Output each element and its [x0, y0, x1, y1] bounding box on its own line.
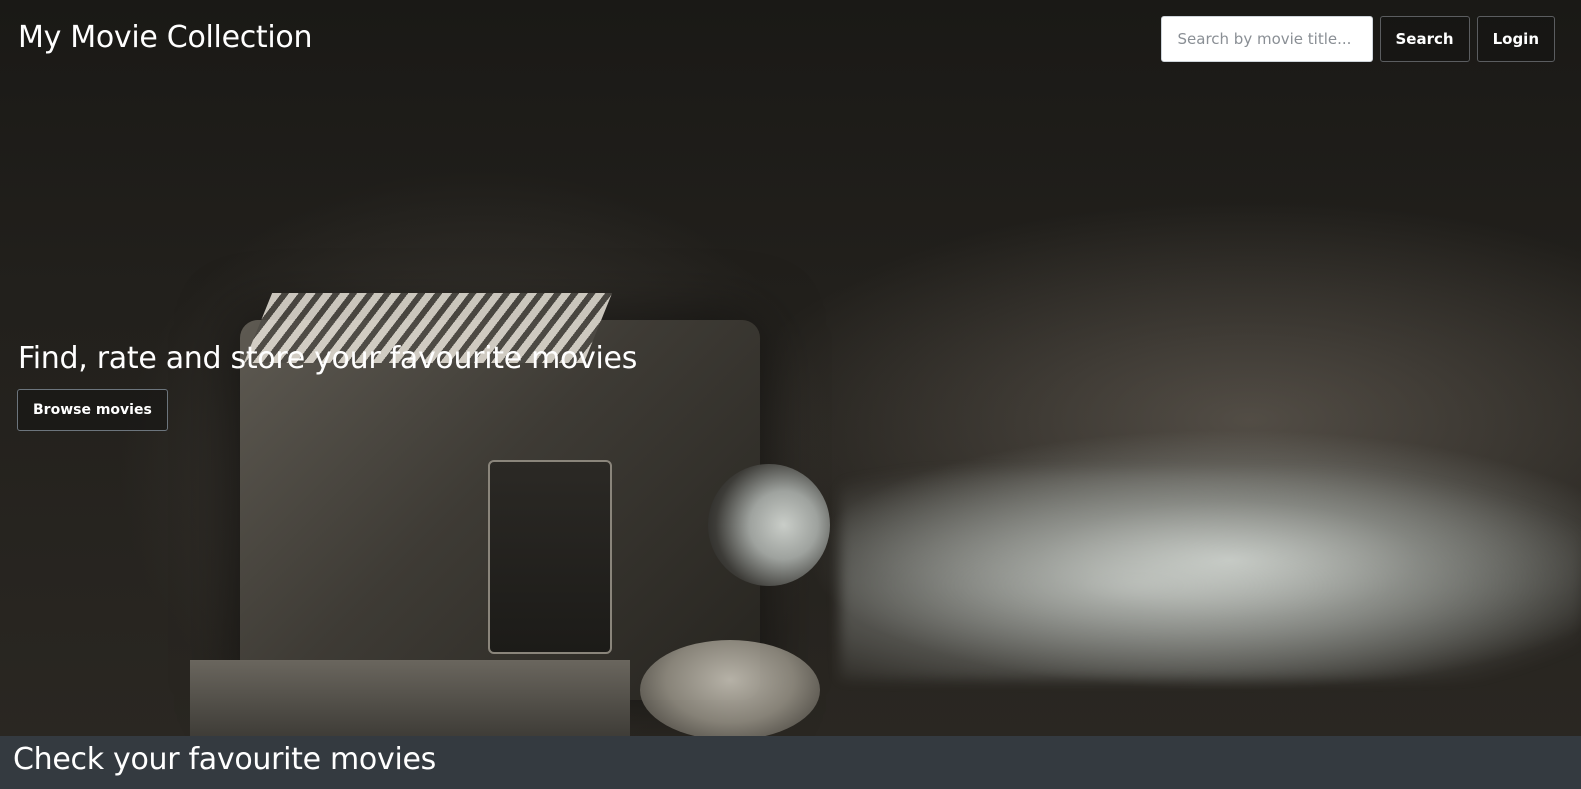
favourites-section-header: Check your favourite movies: [0, 736, 1581, 789]
search-form: Search Login: [1160, 16, 1555, 62]
hero-tagline: Find, rate and store your favourite movi…: [18, 341, 638, 376]
section-title: Check your favourite movies: [13, 742, 436, 777]
site-brand[interactable]: My Movie Collection: [18, 20, 312, 55]
projector-lens: [708, 464, 830, 586]
browse-movies-button[interactable]: Browse movies: [17, 389, 168, 431]
search-input[interactable]: [1160, 16, 1373, 62]
hero-banner: My Movie Collection Search Login Find, r…: [0, 0, 1581, 741]
projector-control-panel: [488, 460, 612, 654]
projector-reel-disc: [640, 640, 820, 740]
search-button[interactable]: Search: [1379, 16, 1470, 62]
projector-beam-smoke: [840, 470, 1581, 680]
projector-base: [190, 660, 630, 741]
navbar: My Movie Collection Search Login: [0, 0, 1581, 82]
login-button[interactable]: Login: [1476, 16, 1555, 62]
